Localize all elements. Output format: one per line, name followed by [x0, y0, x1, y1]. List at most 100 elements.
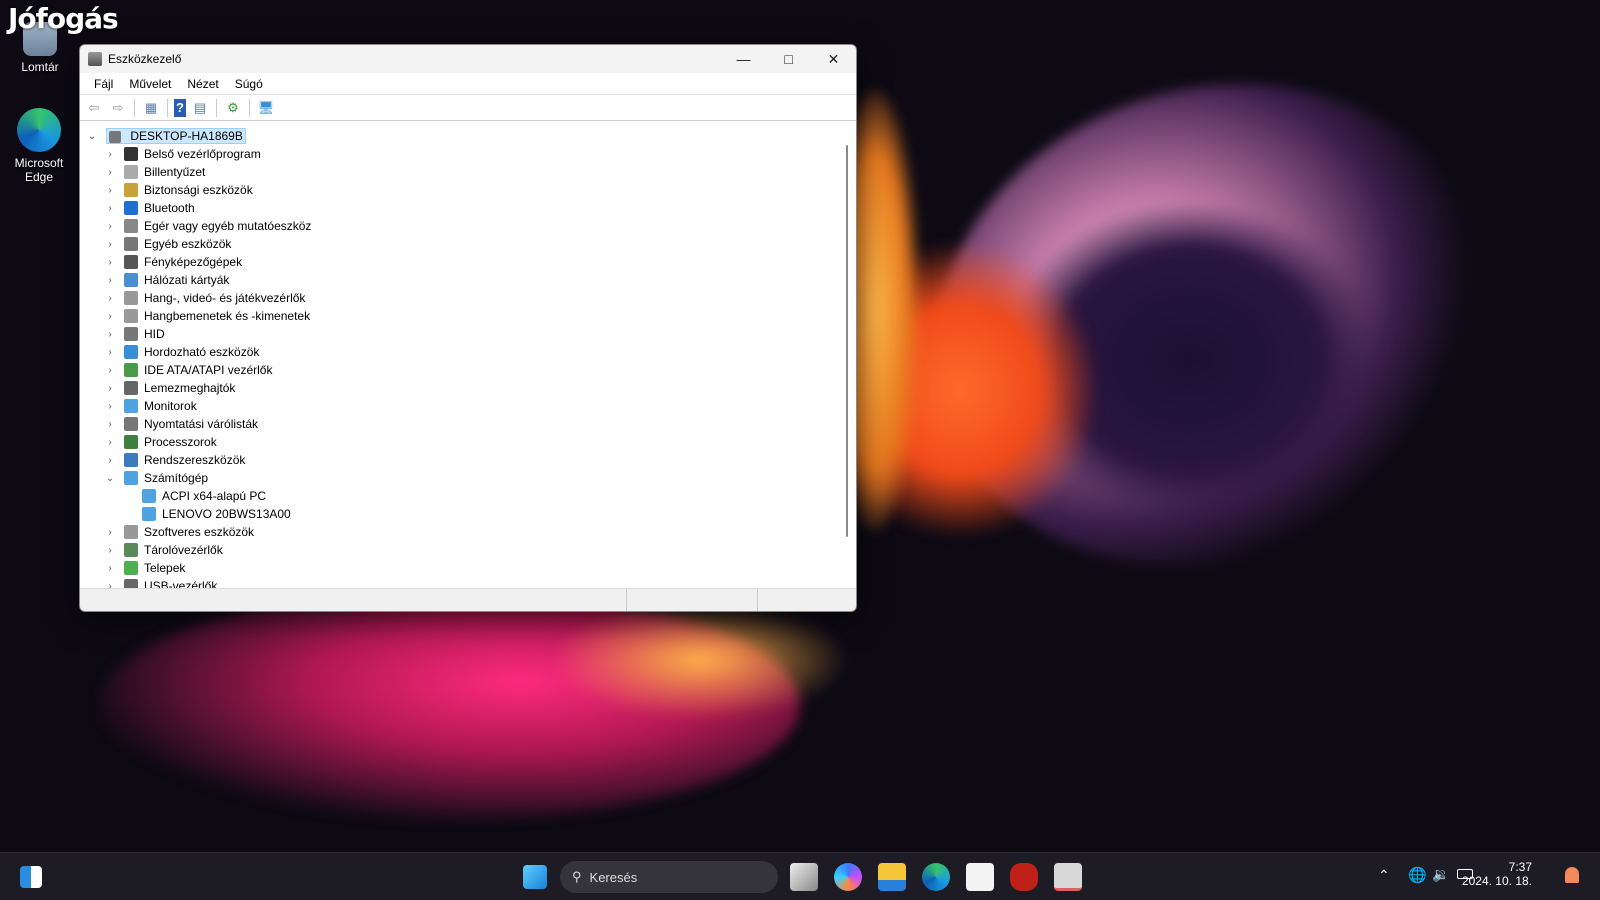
menu-file[interactable]: Fájl — [86, 77, 121, 91]
desktop-icon-label: Lomtár — [21, 60, 59, 74]
notification-bell-icon[interactable] — [1565, 867, 1579, 883]
device-category-icon — [124, 543, 138, 557]
tree-item[interactable]: › Telepek — [104, 559, 185, 577]
chevron-right-icon[interactable]: › — [104, 419, 116, 430]
tree-item[interactable]: › Bluetooth — [104, 199, 195, 217]
computer-icon — [142, 489, 156, 503]
start-icon[interactable] — [523, 865, 547, 889]
chevron-right-icon[interactable]: › — [104, 437, 116, 448]
chevron-right-icon[interactable]: › — [104, 203, 116, 214]
tree-item[interactable]: › Rendszereszközök — [104, 451, 245, 469]
title-bar[interactable]: Eszközkezelő — □ ✕ — [80, 45, 856, 73]
maximize-button[interactable]: □ — [766, 45, 811, 73]
menu-view[interactable]: Nézet — [179, 77, 226, 91]
tree-item[interactable]: › IDE ATA/ATAPI vezérlők — [104, 361, 272, 379]
monitor-icon[interactable]: 🖥 — [256, 99, 276, 117]
chevron-right-icon[interactable]: › — [104, 167, 116, 178]
device-category-icon — [124, 399, 138, 413]
tree-item[interactable]: › Hordozható eszközök — [104, 343, 259, 361]
task-view-icon[interactable] — [790, 863, 818, 891]
chevron-right-icon[interactable]: › — [104, 149, 116, 160]
chevron-right-icon[interactable]: › — [104, 527, 116, 538]
forward-icon[interactable]: ⇨ — [108, 99, 128, 117]
copilot-icon[interactable] — [834, 863, 862, 891]
clock[interactable]: 7:37 2024. 10. 18. — [1462, 860, 1532, 888]
tree-item[interactable]: › Lemezmeghajtók — [104, 379, 235, 397]
tree-item[interactable]: › Fényképezőgépek — [104, 253, 242, 271]
desktop-icon-label: Microsoft Edge — [14, 156, 64, 184]
tree-item[interactable]: › Processzorok — [104, 433, 217, 451]
chevron-right-icon[interactable]: › — [104, 239, 116, 250]
minimize-button[interactable]: — — [721, 45, 766, 73]
edge-icon[interactable] — [922, 863, 950, 891]
tree-item[interactable]: › Hálózati kártyák — [104, 271, 229, 289]
tree-item[interactable]: › Nyomtatási várólisták — [104, 415, 258, 433]
device-category-icon — [124, 291, 138, 305]
chevron-right-icon[interactable]: › — [104, 383, 116, 394]
network-icon[interactable]: 🌐 — [1408, 866, 1427, 884]
chevron-right-icon[interactable]: › — [104, 563, 116, 574]
properties-icon[interactable]: ▤ — [190, 99, 210, 117]
tree-subitem[interactable]: LENOVO 20BWS13A00 — [142, 505, 291, 523]
chevron-right-icon[interactable]: › — [104, 275, 116, 286]
desktop-icon-edge[interactable]: Microsoft Edge — [4, 108, 74, 184]
chevron-right-icon[interactable]: › — [104, 185, 116, 196]
store-icon[interactable] — [966, 863, 994, 891]
chevron-right-icon[interactable]: › — [104, 257, 116, 268]
tree-item-label: HID — [144, 327, 165, 341]
computer-icon — [109, 130, 121, 143]
tree-subitem[interactable]: ACPI x64-alapú PC — [142, 487, 266, 505]
widgets-icon[interactable] — [20, 866, 42, 888]
chevron-right-icon[interactable]: › — [104, 545, 116, 556]
chevron-right-icon[interactable]: › — [104, 401, 116, 412]
watermark-logo: Jófogás — [8, 2, 119, 35]
red-app-icon[interactable] — [1010, 863, 1038, 891]
chevron-down-icon[interactable]: ⌄ — [104, 473, 116, 484]
tree-item[interactable]: › Hang-, videó- és játékvezérlők — [104, 289, 305, 307]
tree-item[interactable]: › HID — [104, 325, 165, 343]
tree-item-label: Bluetooth — [144, 201, 195, 215]
search-box[interactable]: ⚲ Keresés — [560, 861, 778, 893]
device-category-icon — [124, 237, 138, 251]
update-driver-icon[interactable]: ⚙ — [223, 99, 243, 117]
close-button[interactable]: ✕ — [811, 45, 856, 73]
tree-item[interactable]: › Szoftveres eszközök — [104, 523, 254, 541]
device-category-icon — [124, 165, 138, 179]
scrollbar[interactable] — [846, 145, 848, 537]
chevron-right-icon[interactable]: › — [104, 221, 116, 232]
menu-action[interactable]: Művelet — [121, 77, 179, 91]
chevron-down-icon[interactable]: ⌄ — [86, 131, 98, 142]
tree-root[interactable]: ⌄ DESKTOP-HA1869B — [86, 127, 246, 145]
volume-icon[interactable]: 🔉 — [1432, 866, 1449, 883]
search-placeholder: Keresés — [589, 869, 638, 885]
help-icon[interactable]: ? — [174, 98, 186, 117]
tree-item[interactable]: › Egér vagy egyéb mutatóeszköz — [104, 217, 311, 235]
device-manager-window: Eszközkezelő — □ ✕ Fájl Művelet Nézet Sú… — [79, 44, 857, 612]
show-hide-tree-icon[interactable]: ▦ — [141, 99, 161, 117]
tree-item-label: Lemezmeghajtók — [144, 381, 236, 395]
tree-item[interactable]: › Monitorok — [104, 397, 197, 415]
computer-icon — [142, 507, 156, 521]
tree-item-label: Hálózati kártyák — [144, 273, 230, 287]
file-explorer-icon[interactable] — [878, 863, 906, 891]
chevron-right-icon[interactable]: › — [104, 347, 116, 358]
tree-item[interactable]: › Biztonsági eszközök — [104, 181, 253, 199]
tree-item[interactable]: ⌄ Számítógép — [104, 469, 208, 487]
chevron-right-icon[interactable]: › — [104, 293, 116, 304]
chevron-right-icon[interactable]: › — [104, 329, 116, 340]
device-manager-icon[interactable] — [1054, 863, 1082, 891]
back-icon[interactable]: ⇦ — [84, 99, 104, 117]
tree-item[interactable]: › Egyéb eszközök — [104, 235, 231, 253]
chevron-right-icon[interactable]: › — [104, 365, 116, 376]
tree-item-label: Hordozható eszközök — [144, 345, 260, 359]
chevron-up-icon[interactable]: ⌃ — [1378, 867, 1390, 884]
device-category-icon — [124, 219, 138, 233]
device-tree[interactable]: ⌄ DESKTOP-HA1869B › Belső vezérlőprogram ›… — [80, 123, 856, 590]
tree-item[interactable]: › Tárolóvezérlők — [104, 541, 223, 559]
tree-item[interactable]: › Billentyűzet — [104, 163, 205, 181]
tree-item[interactable]: › Hangbemenetek és -kimenetek — [104, 307, 310, 325]
menu-help[interactable]: Súgó — [227, 77, 271, 91]
tree-item[interactable]: › Belső vezérlőprogram — [104, 145, 261, 163]
chevron-right-icon[interactable]: › — [104, 455, 116, 466]
chevron-right-icon[interactable]: › — [104, 311, 116, 322]
